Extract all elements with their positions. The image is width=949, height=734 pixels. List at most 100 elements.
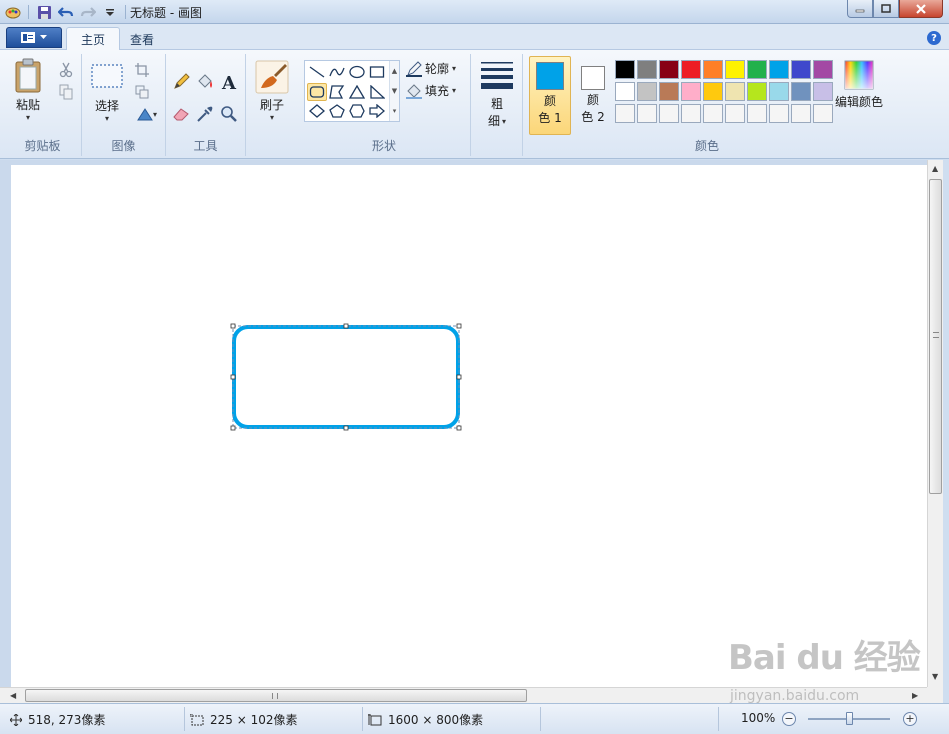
minimize-button[interactable] (847, 0, 873, 18)
pentagon-shape-icon[interactable] (327, 102, 347, 120)
scroll-up-arrow-icon[interactable]: ▲ (932, 164, 938, 173)
custom-color-slot[interactable] (725, 104, 745, 123)
outline-button[interactable]: 轮廓 ▾ (406, 60, 456, 77)
palette-color-swatch[interactable] (747, 82, 767, 101)
resize-handle[interactable] (456, 323, 462, 329)
right-arrow-shape-icon[interactable] (367, 102, 387, 120)
hexagon-shape-icon[interactable] (347, 102, 367, 120)
custom-color-slot[interactable] (747, 104, 767, 123)
custom-color-slot[interactable] (769, 104, 789, 123)
fill-bucket-icon[interactable] (195, 72, 215, 92)
palette-color-swatch[interactable] (703, 82, 723, 101)
palette-color-swatch[interactable] (703, 60, 723, 79)
drawing-canvas[interactable] (11, 165, 927, 687)
resize-handle[interactable] (230, 374, 236, 380)
zoom-out-button[interactable]: − (782, 712, 796, 726)
shapes-gallery-scroll[interactable]: ▲ ▼ ▾ (389, 61, 399, 121)
palette-color-swatch[interactable] (637, 60, 657, 79)
scroll-right-arrow-icon[interactable]: ▶ (912, 691, 918, 700)
text-tool-icon[interactable]: A (219, 72, 239, 92)
vertical-scroll-thumb[interactable] (929, 179, 942, 494)
paint-menu-button[interactable] (6, 27, 62, 48)
scroll-left-arrow-icon[interactable]: ◀ (10, 691, 16, 700)
zoom-in-button[interactable]: + (903, 712, 917, 726)
resize-handle[interactable] (230, 425, 236, 431)
copy-icon[interactable] (56, 82, 76, 102)
palette-color-swatch[interactable] (813, 82, 833, 101)
gallery-expand-icon[interactable]: ▾ (393, 107, 397, 115)
brushes-button[interactable]: 刷子 ▾ (255, 60, 289, 122)
palette-color-swatch[interactable] (791, 82, 811, 101)
size-button[interactable]: 粗 细 ▾ (480, 60, 514, 130)
zoom-slider-thumb[interactable] (845, 712, 853, 725)
curve-shape-icon[interactable] (327, 63, 347, 81)
resize-handle[interactable] (456, 425, 462, 431)
custom-color-slot[interactable] (703, 104, 723, 123)
customize-qat-icon[interactable] (101, 3, 119, 21)
polygon-shape-icon[interactable] (327, 83, 347, 101)
custom-color-slot[interactable] (791, 104, 811, 123)
scroll-up-icon[interactable]: ▲ (392, 67, 397, 75)
resize-handle[interactable] (230, 323, 236, 329)
palette-color-swatch[interactable] (615, 60, 635, 79)
scroll-down-arrow-icon[interactable]: ▼ (932, 672, 938, 681)
custom-color-slot[interactable] (681, 104, 701, 123)
color-picker-icon[interactable] (195, 104, 215, 124)
vertical-scrollbar[interactable]: ▲ ▼ (927, 160, 943, 687)
save-icon[interactable] (35, 3, 53, 21)
resize-handle[interactable] (343, 425, 349, 431)
resize-handle[interactable] (456, 374, 462, 380)
pencil-icon[interactable] (171, 72, 191, 92)
palette-color-swatch[interactable] (769, 82, 789, 101)
magnifier-icon[interactable] (219, 104, 239, 124)
qat-separator (28, 5, 29, 19)
custom-color-slot[interactable] (615, 104, 635, 123)
paste-button[interactable]: 粘贴 ▾ (14, 58, 42, 122)
color2-button[interactable]: 颜 色 2 (573, 56, 613, 135)
select-button[interactable]: 选择 ▾ (90, 62, 124, 123)
resize-icon[interactable] (132, 82, 152, 102)
horizontal-scroll-thumb[interactable] (25, 689, 527, 702)
palette-color-swatch[interactable] (747, 60, 767, 79)
rotate-button[interactable]: ▾ (132, 104, 162, 124)
palette-color-swatch[interactable] (769, 60, 789, 79)
palette-color-swatch[interactable] (659, 60, 679, 79)
tab-home[interactable]: 主页 (66, 27, 121, 51)
fill-button[interactable]: 填充 ▾ (406, 82, 456, 99)
cut-icon[interactable] (56, 60, 76, 80)
palette-color-swatch[interactable] (725, 82, 745, 101)
crop-icon[interactable] (132, 60, 152, 80)
undo-icon[interactable] (57, 3, 75, 21)
diamond-shape-icon[interactable] (307, 102, 327, 120)
line-shape-icon[interactable] (307, 63, 327, 81)
edit-colors-button[interactable]: 编辑颜色 (835, 60, 883, 110)
custom-color-slot[interactable] (813, 104, 833, 123)
rectangle-shape-icon[interactable] (367, 63, 387, 81)
palette-color-swatch[interactable] (659, 82, 679, 101)
eraser-icon[interactable] (171, 104, 191, 124)
custom-color-slot[interactable] (637, 104, 657, 123)
palette-color-swatch[interactable] (681, 60, 701, 79)
help-icon[interactable]: ? (927, 31, 941, 45)
tab-view[interactable]: 查看 (116, 27, 168, 51)
custom-color-slot[interactable] (659, 104, 679, 123)
triangle-shape-icon[interactable] (347, 83, 367, 101)
resize-handle[interactable] (343, 323, 349, 329)
close-button[interactable] (899, 0, 943, 18)
cursor-position: 518, 273像素 (10, 711, 105, 728)
color1-button[interactable]: 颜 色 1 (529, 56, 571, 135)
palette-color-swatch[interactable] (791, 60, 811, 79)
palette-color-swatch[interactable] (615, 82, 635, 101)
rounded-rectangle-shape-icon[interactable] (307, 83, 327, 101)
scroll-down-icon[interactable]: ▼ (392, 87, 397, 95)
palette-color-swatch[interactable] (681, 82, 701, 101)
maximize-button[interactable] (873, 0, 899, 18)
redo-icon[interactable] (79, 3, 97, 21)
oval-shape-icon[interactable] (347, 63, 367, 81)
paint-app-icon[interactable] (4, 3, 22, 21)
palette-color-swatch[interactable] (725, 60, 745, 79)
brushes-group: 刷子 ▾ (246, 54, 298, 156)
palette-color-swatch[interactable] (637, 82, 657, 101)
palette-color-swatch[interactable] (813, 60, 833, 79)
right-triangle-shape-icon[interactable] (367, 83, 387, 101)
